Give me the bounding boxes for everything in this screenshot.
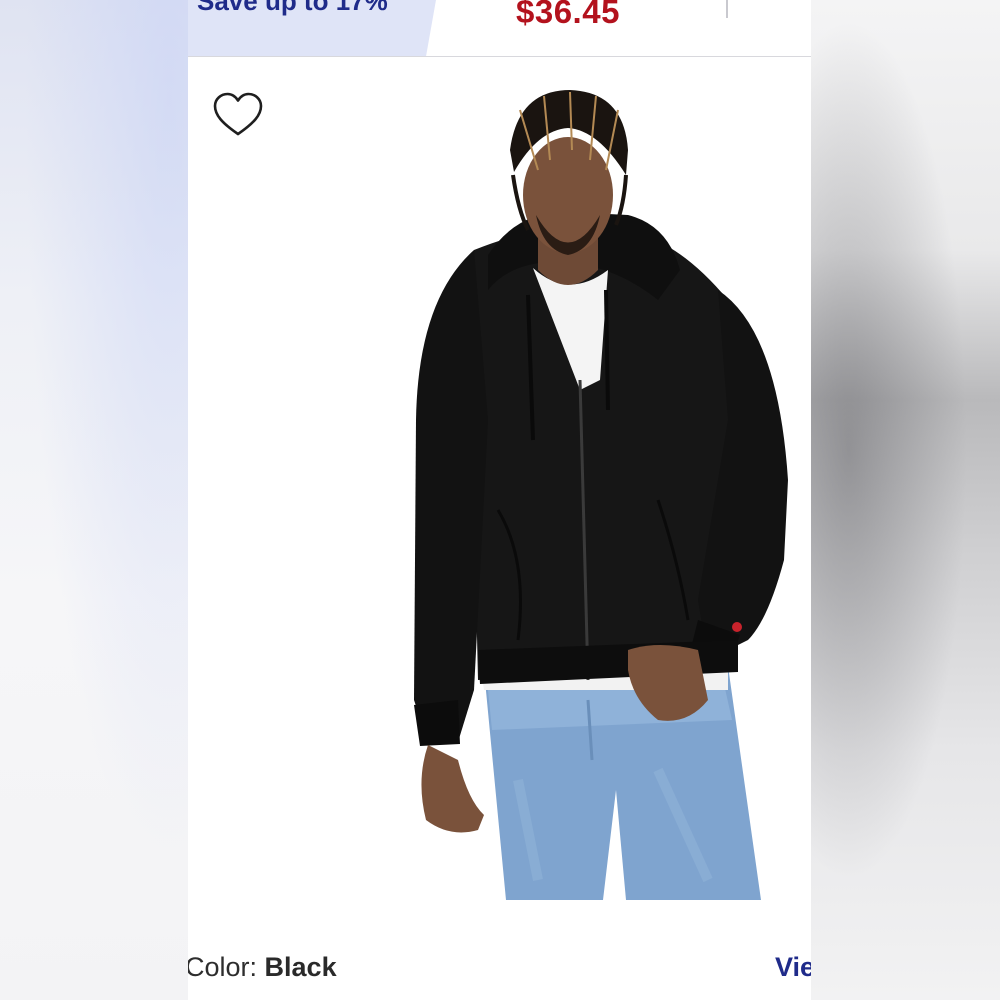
product-page: Save up to 17% $36.45 Color: Black Vie (188, 0, 811, 1000)
background-left (0, 0, 188, 1000)
divider (726, 0, 728, 18)
price: $36.45 (516, 0, 620, 30)
savings-text: Save up to 17% (197, 0, 388, 16)
heart-outline-icon (213, 92, 263, 136)
savings-badge: Save up to 17% (188, 0, 436, 56)
color-label: Color: (188, 952, 265, 982)
view-link[interactable]: Vie (775, 952, 811, 983)
color-value: Black (264, 952, 337, 982)
favorite-button[interactable] (212, 92, 264, 140)
price-banner: Save up to 17% $36.45 (188, 0, 811, 57)
color-selection: Color: Black (188, 952, 337, 983)
background-right (811, 0, 1000, 1000)
product-image[interactable] (398, 80, 798, 900)
